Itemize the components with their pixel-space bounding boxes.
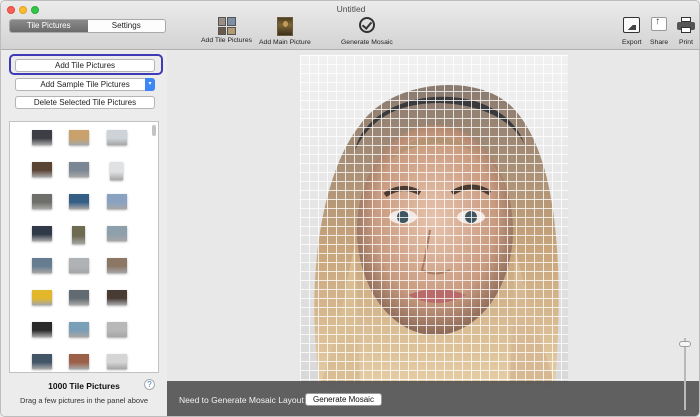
tile-thumbnail[interactable] xyxy=(107,258,127,273)
tile-thumbnail[interactable] xyxy=(69,290,89,305)
tile-thumbnail[interactable] xyxy=(69,322,89,337)
zoom-slider-knob[interactable] xyxy=(679,341,691,348)
help-button[interactable]: ? xyxy=(144,379,155,390)
zoom-slider-track xyxy=(684,338,686,410)
tile-thumbnail[interactable] xyxy=(107,226,127,241)
add-sample-tile-pictures-popup[interactable]: Add Sample Tile Pictures ▾ xyxy=(15,78,155,91)
status-text: Need to Generate Mosaic Layout xyxy=(179,395,304,405)
tile-thumbnail[interactable] xyxy=(107,354,127,369)
tile-thumbnail[interactable] xyxy=(32,258,52,273)
tile-thumbnail[interactable] xyxy=(107,130,127,145)
tile-count: 1000 Tile Pictures xyxy=(48,381,120,391)
tile-thumbnail[interactable] xyxy=(32,290,52,305)
title-bar: Untitled Tile Pictures Settings Add Tile… xyxy=(1,1,699,50)
tile-thumbnail[interactable] xyxy=(107,290,127,305)
chevron-down-icon: ▾ xyxy=(145,78,155,91)
mosaic-status-bar: Need to Generate Mosaic Layout Generate … xyxy=(167,381,699,416)
tile-thumbnail[interactable] xyxy=(32,194,52,209)
mosaic-grid-overlay xyxy=(300,55,568,385)
app-window: Untitled Tile Pictures Settings Add Tile… xyxy=(0,0,700,417)
tile-thumbnail[interactable] xyxy=(32,226,52,241)
tile-pictures-panel: Add Tile Pictures Add Sample Tile Pictur… xyxy=(1,50,167,416)
delete-selected-tile-pictures-button[interactable]: Delete Selected Tile Pictures xyxy=(15,96,155,109)
tile-thumbnail[interactable] xyxy=(69,162,89,177)
drag-hint: Drag a few pictures in the panel above xyxy=(20,396,148,405)
add-sample-tile-pictures-label: Add Sample Tile Pictures xyxy=(40,80,130,89)
tile-list-scrollbar[interactable] xyxy=(152,125,156,136)
tile-thumbnail[interactable] xyxy=(110,162,123,180)
tile-thumbnail[interactable] xyxy=(72,226,85,244)
share-toolbar-button[interactable]: Share xyxy=(650,16,669,46)
add-tile-pictures-button[interactable]: Add Tile Pictures xyxy=(15,59,155,72)
tile-pictures-list[interactable] xyxy=(9,121,159,373)
print-label: Print xyxy=(679,39,693,46)
add-main-picture-label: Add Main Picture xyxy=(259,39,311,46)
export-image-icon xyxy=(622,17,641,35)
export-toolbar-button[interactable]: Export xyxy=(622,17,642,46)
window-title: Untitled xyxy=(336,4,366,14)
add-tile-pictures-toolbar-button[interactable]: Add Tile Pictures xyxy=(201,17,252,44)
tile-thumbnail[interactable] xyxy=(107,322,127,337)
tile-thumbnail[interactable] xyxy=(69,258,89,273)
main-picture-preview xyxy=(300,55,568,385)
share-label: Share xyxy=(650,39,669,46)
tile-grid-icon xyxy=(217,17,236,35)
tab-settings[interactable]: Settings xyxy=(88,20,166,32)
printer-icon xyxy=(677,17,695,35)
add-tile-pictures-label: Add Tile Pictures xyxy=(201,37,252,44)
tile-thumbnail[interactable] xyxy=(32,130,52,145)
generate-mosaic-button[interactable]: Generate Mosaic xyxy=(305,393,382,406)
generate-mosaic-label: Generate Mosaic xyxy=(341,39,393,46)
export-label: Export xyxy=(622,39,642,46)
zoom-slider[interactable] xyxy=(677,336,693,414)
tile-thumbnail[interactable] xyxy=(107,194,127,209)
add-main-picture-toolbar-button[interactable]: Add Main Picture xyxy=(259,17,311,46)
tile-thumbnail[interactable] xyxy=(69,194,89,209)
mosaic-area: Need to Generate Mosaic Layout Generate … xyxy=(167,50,699,416)
tile-thumbnail[interactable] xyxy=(32,354,52,369)
generate-mosaic-toolbar-button[interactable]: Generate Mosaic xyxy=(341,17,393,46)
checkmark-circle-icon xyxy=(358,17,376,35)
tile-thumbnail[interactable] xyxy=(69,130,89,145)
tile-thumbnail[interactable] xyxy=(32,322,52,337)
panel-tab-control: Tile Pictures Settings xyxy=(9,19,166,33)
print-toolbar-button[interactable]: Print xyxy=(677,17,695,46)
main-picture-icon xyxy=(276,17,294,36)
tile-thumbnail[interactable] xyxy=(69,354,89,369)
tab-tile-pictures[interactable]: Tile Pictures xyxy=(10,20,88,32)
tile-thumbnail[interactable] xyxy=(32,162,52,177)
share-icon xyxy=(650,16,668,35)
